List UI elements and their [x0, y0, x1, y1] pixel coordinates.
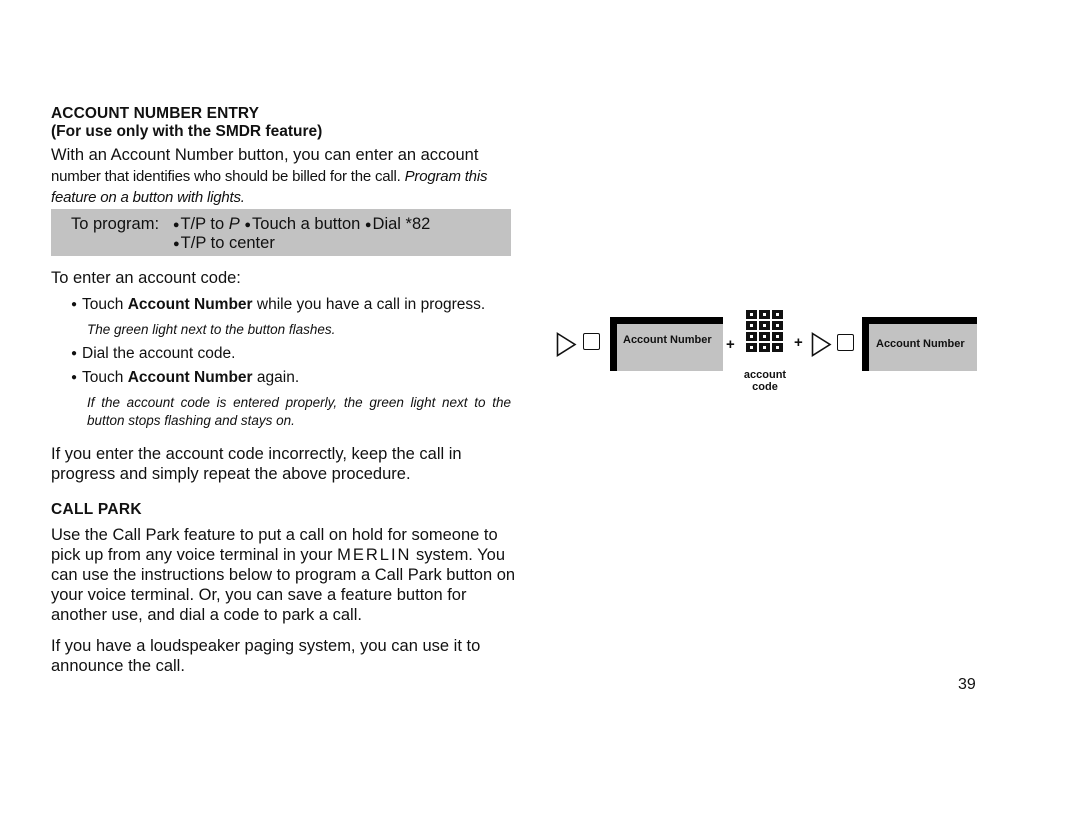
bullet-icon: ●: [173, 237, 180, 250]
light-square-icon: [583, 333, 600, 350]
dialpad-key: [772, 332, 783, 341]
program-instructions-box: To program: ●T/P to P ●Touch a button ●D…: [51, 209, 511, 256]
brand-name: MERLIN: [337, 546, 412, 564]
program-label: To program:: [71, 215, 160, 233]
call-park-paragraph: Use the Call Park feature to put a call …: [51, 525, 516, 625]
paging-paragraph: If you have a loudspeaker paging system,…: [51, 637, 481, 675]
dialpad-key: [759, 332, 770, 341]
light-square-icon: [837, 334, 854, 351]
plus-sign: +: [726, 336, 735, 353]
step-text: Dial the account code.: [82, 345, 236, 363]
step-text: Touch: [82, 369, 128, 387]
dialpad-icon: [746, 310, 783, 352]
step-text: Touch: [82, 296, 128, 314]
dialpad-key: [772, 321, 783, 330]
program-step-1-position: P: [228, 215, 240, 233]
bullet-icon: ●: [71, 299, 78, 310]
program-step-4: T/P to center: [180, 234, 275, 252]
bullet-icon: ●: [172, 218, 180, 231]
dialpad-key: [746, 310, 757, 319]
plus-sign: +: [794, 334, 803, 351]
intro-text: number that identifies who should be bil…: [51, 168, 401, 185]
dialpad-key: [746, 332, 757, 341]
section-title-call-park: CALL PARK: [51, 501, 142, 518]
dialpad-key: [772, 310, 783, 319]
step-item: ● Touch Account Number while you have a c…: [71, 295, 485, 315]
dialpad-label: account code: [735, 369, 795, 393]
bullet-icon: ●: [364, 218, 372, 231]
bullet-icon: ●: [71, 348, 78, 359]
program-step-1: T/P to: [180, 215, 225, 233]
step-bold: Account Number: [127, 296, 253, 314]
dialpad-key: [759, 321, 770, 330]
touch-triangle-icon: [556, 332, 577, 357]
step-item: ● Dial the account code.: [71, 344, 235, 364]
program-row-2: ●T/P to center: [173, 233, 275, 254]
intro-line-2: number that identifies who should be bil…: [51, 166, 513, 208]
dialpad-key: [746, 321, 757, 330]
intro-paragraph: With an Account Number button, you can e…: [51, 145, 513, 208]
intro-line-1: With an Account Number button, you can e…: [51, 146, 479, 164]
step-text: again.: [252, 369, 300, 387]
section-subtitle: (For use only with the SMDR feature): [51, 123, 323, 140]
retry-paragraph: If you enter the account code incorrectl…: [51, 445, 462, 483]
step-bold: Account Number: [127, 369, 253, 387]
enter-code-label: To enter an account code:: [51, 269, 241, 287]
dialpad-key: [772, 343, 783, 352]
account-number-button-1: Account Number: [610, 317, 723, 371]
button-face: [617, 324, 723, 371]
dialpad-key: [746, 343, 757, 352]
bullet-icon: ●: [244, 218, 252, 231]
dialpad-key: [759, 343, 770, 352]
dialpad-label-line: code: [752, 381, 778, 393]
bullet-icon: ●: [71, 372, 78, 383]
button-label: Account Number: [876, 338, 965, 350]
account-number-button-2: Account Number: [862, 317, 977, 371]
step-note: If the account code is entered properly,…: [87, 395, 511, 428]
dialpad-key: [759, 310, 770, 319]
step-item: ● Touch Account Number again.: [71, 368, 299, 388]
touch-triangle-icon: [811, 332, 832, 357]
dialpad-label-line: account: [743, 369, 787, 381]
button-label: Account Number: [623, 334, 712, 346]
section-title-account-number-entry: ACCOUNT NUMBER ENTRY: [51, 105, 260, 122]
page-number: 39: [958, 676, 976, 693]
step-note: The green light next to the button flash…: [87, 322, 336, 337]
program-row-1: To program: ●T/P to P ●Touch a button ●D…: [71, 214, 430, 235]
program-step-2: Touch a button: [252, 215, 361, 233]
step-text: while you have a call in progress.: [252, 296, 486, 314]
program-step-3: Dial *82: [372, 215, 431, 233]
